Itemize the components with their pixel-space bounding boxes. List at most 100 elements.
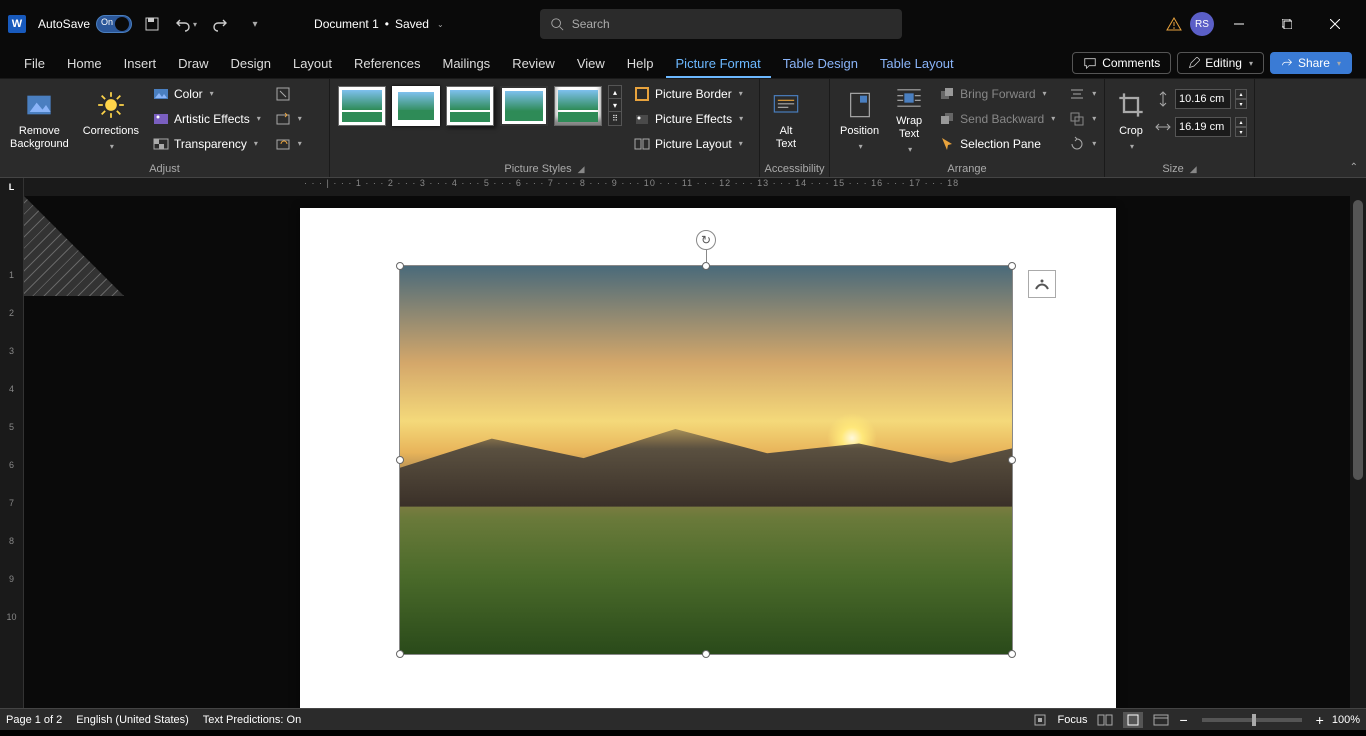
search-box[interactable]: Search <box>540 9 902 39</box>
zoom-slider[interactable] <box>1202 718 1302 722</box>
warning-icon[interactable] <box>1160 10 1188 38</box>
reset-picture-button[interactable]: ▾ <box>269 131 308 156</box>
status-predictions[interactable]: Text Predictions: On <box>203 714 301 726</box>
print-layout-button[interactable] <box>1123 712 1143 728</box>
focus-mode-button[interactable] <box>1030 712 1050 728</box>
customize-qat-button[interactable]: ▾ <box>240 10 268 38</box>
word-app-icon[interactable]: W <box>8 15 26 33</box>
width-input[interactable]: 16.19 cm ▴▾ <box>1155 117 1247 137</box>
picture-effects-button[interactable]: Picture Effects▾ <box>628 106 749 131</box>
height-spinner[interactable]: ▴▾ <box>1235 89 1247 109</box>
tab-home[interactable]: Home <box>57 51 112 78</box>
alt-text-button[interactable]: Alt Text <box>764 81 808 159</box>
resize-handle-tc[interactable] <box>702 262 710 270</box>
style-thumbnail[interactable] <box>338 86 386 126</box>
resize-handle-tr[interactable] <box>1008 262 1016 270</box>
zoom-out-button[interactable]: − <box>1179 712 1187 728</box>
tab-design[interactable]: Design <box>221 51 281 78</box>
bring-forward-button[interactable]: Bring Forward▾ <box>933 81 1061 106</box>
selection-pane-button[interactable]: Selection Pane <box>933 131 1061 156</box>
resize-handle-mr[interactable] <box>1008 456 1016 464</box>
transparency-button[interactable]: Transparency▾ <box>147 131 267 156</box>
picture-styles-gallery[interactable]: ▴▾⠿ <box>334 81 626 130</box>
document-canvas[interactable]: ↻ <box>24 196 1350 708</box>
document-title[interactable]: Document 1 • Saved ⌄ <box>314 17 444 31</box>
selected-picture[interactable]: ↻ <box>400 266 1012 654</box>
resize-handle-bl[interactable] <box>396 650 404 658</box>
status-language[interactable]: English (United States) <box>76 714 189 726</box>
page[interactable]: ↻ <box>300 208 1116 708</box>
tab-picture-format[interactable]: Picture Format <box>666 51 771 78</box>
styles-launcher-icon[interactable]: ◢ <box>578 164 585 175</box>
minimize-button[interactable] <box>1216 8 1262 40</box>
editing-mode-button[interactable]: Editing▾ <box>1177 52 1264 74</box>
collapse-ribbon-button[interactable]: ⌃ <box>1350 162 1358 173</box>
tab-help[interactable]: Help <box>617 51 664 78</box>
size-launcher-icon[interactable]: ◢ <box>1190 164 1197 175</box>
user-avatar[interactable]: RS <box>1190 12 1214 36</box>
ribbon: Remove Background Corrections▾ Color▾ Ar… <box>0 78 1366 178</box>
tab-references[interactable]: References <box>344 51 430 78</box>
scrollbar-thumb[interactable] <box>1353 200 1363 480</box>
send-backward-button[interactable]: Send Backward▾ <box>933 106 1061 131</box>
ruler-drag-corner[interactable] <box>24 196 124 296</box>
corrections-button[interactable]: Corrections▾ <box>77 81 145 159</box>
web-layout-button[interactable] <box>1151 712 1171 728</box>
compress-pictures-button[interactable] <box>269 81 308 106</box>
style-thumbnail[interactable] <box>554 86 602 126</box>
zoom-level[interactable]: 100% <box>1332 714 1360 726</box>
comments-button[interactable]: Comments <box>1072 52 1171 74</box>
vertical-scrollbar[interactable] <box>1350 196 1366 708</box>
group-objects-button[interactable]: ▾ <box>1063 106 1102 131</box>
close-button[interactable] <box>1312 8 1358 40</box>
layout-options-button[interactable] <box>1028 270 1056 298</box>
tab-insert[interactable]: Insert <box>114 51 167 78</box>
maximize-button[interactable] <box>1264 8 1310 40</box>
picture-border-button[interactable]: Picture Border▾ <box>628 81 749 106</box>
align-button[interactable]: ▾ <box>1063 81 1102 106</box>
change-picture-button[interactable]: ▾ <box>269 106 308 131</box>
resize-handle-bc[interactable] <box>702 650 710 658</box>
resize-handle-br[interactable] <box>1008 650 1016 658</box>
tab-review[interactable]: Review <box>502 51 565 78</box>
vertical-ruler[interactable]: 12345678910 <box>0 196 24 708</box>
status-focus[interactable]: Focus <box>1058 714 1088 726</box>
zoom-in-button[interactable]: + <box>1316 712 1324 728</box>
share-button[interactable]: Share▾ <box>1270 52 1352 74</box>
redo-button[interactable] <box>206 10 234 38</box>
tab-file[interactable]: File <box>14 51 55 78</box>
style-thumbnail[interactable] <box>392 86 440 126</box>
style-thumbnail[interactable] <box>446 86 494 126</box>
artistic-effects-button[interactable]: Artistic Effects▾ <box>147 106 267 131</box>
resize-handle-ml[interactable] <box>396 456 404 464</box>
alt-text-icon <box>770 89 802 121</box>
autosave-toggle[interactable]: On <box>96 15 132 33</box>
remove-background-button[interactable]: Remove Background <box>4 81 75 159</box>
tab-view[interactable]: View <box>567 51 615 78</box>
undo-button[interactable]: ▾ <box>172 10 200 38</box>
position-button[interactable]: Position▾ <box>834 81 885 159</box>
width-spinner[interactable]: ▴▾ <box>1235 117 1247 137</box>
gallery-scroll[interactable]: ▴▾⠿ <box>608 85 622 126</box>
style-thumbnail[interactable] <box>500 86 548 126</box>
status-page[interactable]: Page 1 of 2 <box>6 714 62 726</box>
color-button[interactable]: Color▾ <box>147 81 267 106</box>
rotate-handle[interactable]: ↻ <box>696 230 716 250</box>
tab-table-design[interactable]: Table Design <box>773 51 868 78</box>
group-label-styles: Picture Styles <box>504 163 571 175</box>
read-mode-button[interactable] <box>1095 712 1115 728</box>
height-input[interactable]: 10.16 cm ▴▾ <box>1155 89 1247 109</box>
save-button[interactable] <box>138 10 166 38</box>
autosave-control[interactable]: AutoSave On <box>38 15 132 33</box>
crop-button[interactable]: Crop▾ <box>1109 81 1153 159</box>
horizontal-ruler[interactable]: L · · · | · · · 1 · · · 2 · · · 3 · · · … <box>0 178 1366 196</box>
resize-handle-tl[interactable] <box>396 262 404 270</box>
tab-draw[interactable]: Draw <box>168 51 218 78</box>
rotate-button[interactable]: ▾ <box>1063 131 1102 156</box>
position-icon <box>844 89 876 121</box>
tab-layout[interactable]: Layout <box>283 51 342 78</box>
picture-layout-button[interactable]: Picture Layout▾ <box>628 131 749 156</box>
tab-table-layout[interactable]: Table Layout <box>870 51 964 78</box>
tab-mailings[interactable]: Mailings <box>433 51 501 78</box>
wrap-text-button[interactable]: Wrap Text▾ <box>887 81 931 159</box>
